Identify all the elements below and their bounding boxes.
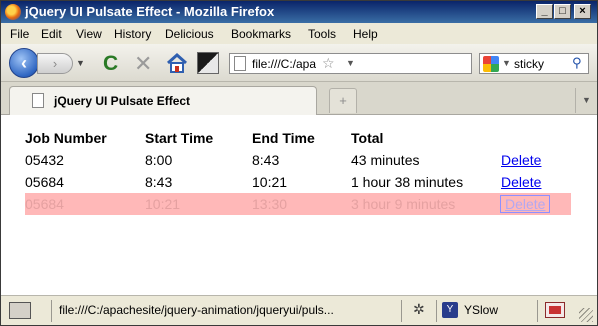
status-divider [436,300,437,322]
status-divider [401,300,402,322]
job-number-cell: 05684 [25,174,64,190]
firebug-icon[interactable]: ✲ [413,301,425,318]
menu-help[interactable]: Help [353,27,378,41]
address-bar[interactable]: file:///C:/apacl ☆ ▼ [229,53,472,74]
yslow-label[interactable]: YSlow [464,303,498,317]
list-all-tabs-button[interactable]: ▼ [575,88,597,113]
close-button[interactable]: × [574,4,591,19]
forward-button[interactable]: › [37,53,73,74]
start-time-cell: 10:21 [145,193,252,215]
column-header-action [501,127,571,149]
action-cell: Delete [501,149,571,171]
menu-file[interactable]: File [10,27,29,41]
page-content: Job Number Start Time End Time Total 054… [1,115,597,295]
action-cell: Delete [499,193,571,215]
table-row: 05432 8:00 8:43 43 minutes Delete [25,149,571,171]
status-divider [537,300,538,322]
menu-edit[interactable]: Edit [41,27,62,41]
menu-bar: File Edit View History Delicious Bookmar… [1,23,597,44]
minimize-button[interactable]: _ [536,4,553,19]
new-tab-button[interactable]: + [329,88,357,113]
end-time-cell: 8:43 [252,152,280,168]
delete-link[interactable]: Delete [501,174,541,190]
tab-jquery-ui-pulsate[interactable]: jQuery UI Pulsate Effect [9,86,317,115]
end-time-cell: 10:21 [252,174,288,190]
search-input[interactable]: sticky [514,57,544,71]
total-cell: 43 minutes [351,152,420,168]
search-bar[interactable]: ▼ sticky ⚲ [479,53,589,74]
menu-delicious[interactable]: Delicious [165,27,214,41]
home-button[interactable] [165,51,189,75]
column-header-start-time: Start Time [145,130,214,146]
job-number-cell: 05432 [25,152,64,168]
maximize-button[interactable]: □ [554,4,571,19]
search-icon[interactable]: ⚲ [572,55,582,71]
end-time-cell: 13:30 [252,193,351,215]
jobs-table: Job Number Start Time End Time Total 054… [25,127,571,215]
yslow-icon[interactable]: Y [442,302,458,318]
browser-window: jQuery UI Pulsate Effect - Mozilla Firef… [0,0,598,326]
start-time-cell: 8:43 [145,174,173,190]
tab-strip: jQuery UI Pulsate Effect + ▼ [1,82,597,115]
page-icon [234,56,246,71]
delete-link[interactable]: Delete [499,195,551,213]
resize-grip-icon[interactable] [579,308,593,322]
delete-link[interactable]: Delete [501,152,541,168]
column-header-job-number: Job Number [25,130,107,146]
firefox-logo-icon [5,4,21,20]
addon-status-icon[interactable] [545,302,565,318]
page-status-icon[interactable] [9,302,31,319]
menu-bookmarks[interactable]: Bookmarks [231,27,291,41]
job-number-cell: 05684 [25,193,145,215]
total-cell: 3 hour 9 minutes [351,193,501,215]
status-bar: file:///C:/apachesite/jquery-animation/j… [1,295,597,325]
window-title: jQuery UI Pulsate Effect - Mozilla Firef… [25,4,275,19]
search-engine-dropdown-icon[interactable]: ▼ [502,58,511,68]
navigation-toolbar: ‹ › ▼ C ✕ file:///C:/apacl ☆ ▼ ▼ sticky … [1,44,597,82]
menu-view[interactable]: View [76,27,102,41]
table-header-row: Job Number Start Time End Time Total [25,127,571,149]
page-icon [32,93,44,108]
table-row: 05684 8:43 10:21 1 hour 38 minutes Delet… [25,171,571,193]
address-input[interactable]: file:///C:/apacl [252,57,316,71]
total-cell: 1 hour 38 minutes [351,174,464,190]
table-row-pulsing: 05684 10:21 13:30 3 hour 9 minutes Delet… [25,193,571,215]
menu-tools[interactable]: Tools [308,27,336,41]
history-dropdown-icon[interactable]: ▼ [76,58,85,68]
tab-title: jQuery UI Pulsate Effect [54,94,191,108]
column-header-total: Total [351,130,384,146]
status-divider [51,300,52,322]
column-header-end-time: End Time [252,130,315,146]
home-icon [167,52,187,73]
address-dropdown-icon[interactable]: ▼ [346,58,355,68]
bookmark-star-icon[interactable]: ☆ [322,55,335,72]
title-bar: jQuery UI Pulsate Effect - Mozilla Firef… [1,1,597,23]
stop-button[interactable]: ✕ [134,51,152,77]
status-url-text: file:///C:/apachesite/jquery-animation/j… [59,303,334,317]
back-button[interactable]: ‹ [9,48,39,78]
bookmarks-widget-icon[interactable] [197,52,219,74]
reload-button[interactable]: C [103,52,118,76]
menu-history[interactable]: History [114,27,151,41]
google-icon[interactable] [483,56,499,72]
start-time-cell: 8:00 [145,152,173,168]
action-cell: Delete [501,171,571,193]
